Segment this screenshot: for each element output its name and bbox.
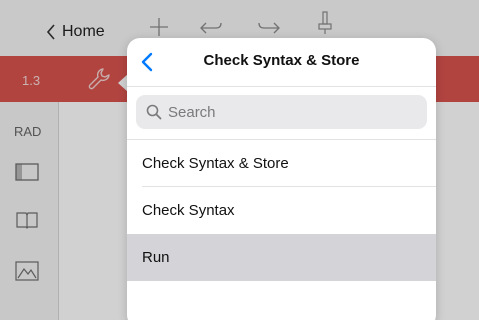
menu-item-check-syntax-store[interactable]: Check Syntax & Store [127,140,436,187]
search-field[interactable] [136,95,427,129]
back-chevron-icon [141,52,153,72]
popover-header: Check Syntax & Store [127,38,436,87]
menu-item-label: Check Syntax & Store [142,155,289,172]
back-button[interactable] [135,50,159,74]
menu-item-label: Check Syntax [142,202,235,219]
command-popover: Check Syntax & Store Check Syntax & Stor… [127,38,436,320]
search-bar [127,87,436,140]
popover-title: Check Syntax & Store [203,52,360,69]
menu-item-check-syntax[interactable]: Check Syntax [127,187,436,234]
search-icon [146,104,162,120]
command-list: Check Syntax & Store Check Syntax Run [127,140,436,281]
search-input[interactable] [168,95,418,129]
menu-item-run[interactable]: Run [127,234,436,281]
menu-item-label: Run [142,249,170,266]
